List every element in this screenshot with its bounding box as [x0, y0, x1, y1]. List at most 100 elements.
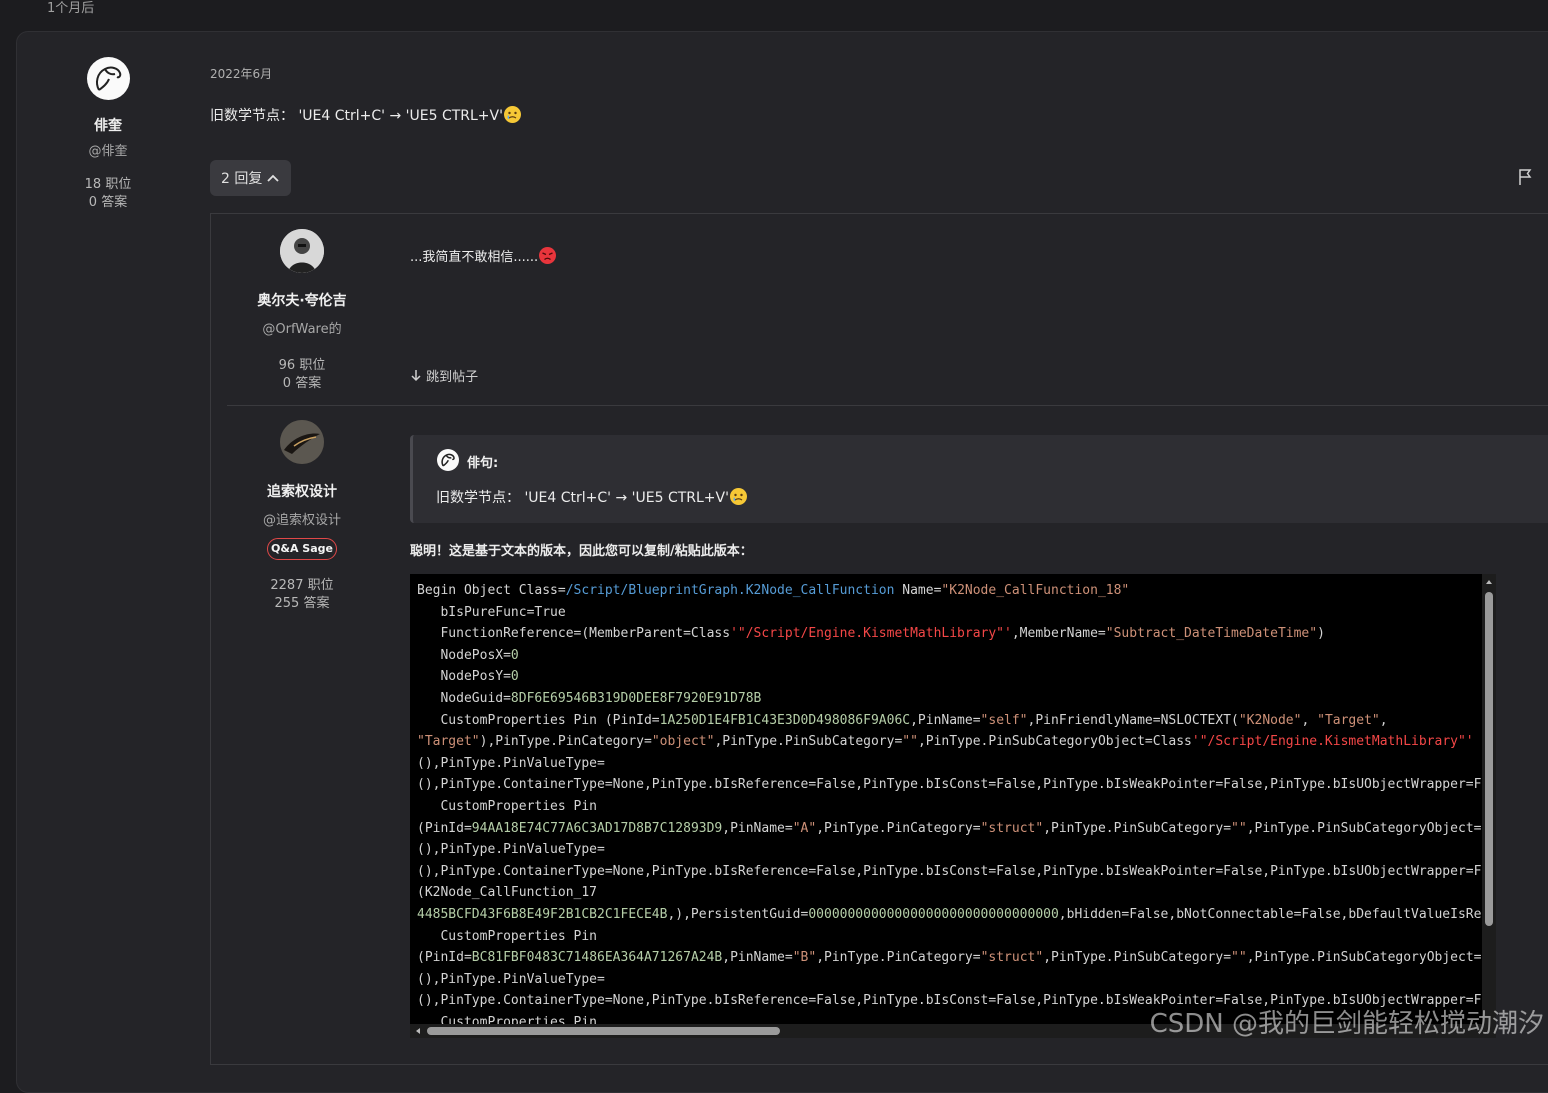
- reply-author-stats: 96 职位 0 答案: [242, 357, 362, 393]
- code-token: (),PinType.ContainerType=None,PinType.bI…: [417, 863, 1482, 879]
- code-line: CustomProperties Pin (PinId=1A250D1E4FB1…: [417, 710, 1482, 732]
- jump-to-post-label: 跳到帖子: [426, 370, 479, 385]
- vertical-scrollbar-thumb[interactable]: [1485, 592, 1493, 926]
- quoted-post: 俳句: 旧数学节点： 'UE4 Ctrl+C' → 'UE5 CTRL+V': [410, 435, 1548, 523]
- code-token: (),PinType.PinValueType=: [417, 755, 605, 771]
- code-token: ,PinType.PinSubCategoryObject=: [1246, 950, 1482, 966]
- code-token: '"/Script/Engine.KismetMathLibrary"': [1191, 734, 1474, 750]
- vertical-scrollbar[interactable]: [1482, 574, 1496, 1024]
- code-token: ,PinName=: [722, 950, 793, 966]
- code-token: ,PinFriendlyName=NSLOCTEXT(: [1027, 712, 1239, 728]
- code-token: Name=: [894, 583, 942, 598]
- code-token: 0: [510, 669, 519, 685]
- code-line: FunctionReference=(MemberParent=Class'"/…: [417, 623, 1482, 645]
- author-stats: 18 职位 0 答案: [58, 176, 158, 212]
- code-token: /Script/BlueprintGraph.K2Node_CallFuncti…: [565, 583, 895, 598]
- horizontal-scrollbar-thumb[interactable]: [427, 1027, 780, 1035]
- code-token: (PinId=: [417, 950, 472, 966]
- code-token: "struct": [980, 820, 1044, 836]
- reply-author-avatar[interactable]: [280, 229, 324, 273]
- reply-author-name[interactable]: 追索权设计: [242, 481, 362, 501]
- code-token: (),PinType.ContainerType=None,PinType.bI…: [417, 777, 1482, 793]
- flag-icon[interactable]: [1517, 168, 1533, 186]
- code-token: (PinId=: [417, 820, 472, 836]
- code-token: ,PinType.PinCategory=: [816, 820, 981, 836]
- code-token: "object": [651, 734, 715, 750]
- code-token: (K2Node_CallFunction_17: [417, 885, 598, 901]
- code-line: CustomProperties Pin: [417, 926, 1482, 948]
- code-token: "K2Node": [1238, 712, 1302, 728]
- code-token: ,PinName=: [910, 712, 981, 728]
- code-lines[interactable]: Begin Object Class=/Script/BlueprintGrap…: [417, 580, 1482, 1030]
- code-line: (),PinType.PinValueType=: [417, 839, 1482, 861]
- code-token: ),PinType.PinCategory=: [479, 734, 652, 750]
- reply-author-answers-count: 0 答案: [282, 376, 322, 391]
- code-line: NodeGuid=8DF6E69546B319D0DEE8F7920E91D78…: [417, 688, 1482, 710]
- author-posts-count: 18 职位: [84, 177, 132, 192]
- replies-toggle-button[interactable]: 2 回复: [210, 160, 291, 196]
- code-token: BC81FBF0483C71486EA364A71267A24B: [471, 950, 723, 966]
- code-line: "Target"),PinType.PinCategory="object",P…: [417, 731, 1482, 753]
- quote-text-body: 旧数学节点： 'UE4 Ctrl+C' → 'UE5 CTRL+V': [436, 490, 729, 506]
- code-token: NodeGuid=: [417, 690, 511, 706]
- face-with-tear-emoji: [503, 106, 521, 123]
- code-token: "Subtract_DateTimeDateTime": [1105, 626, 1318, 642]
- code-token: (),PinType.PinValueType=: [417, 971, 605, 987]
- post-body-text: 旧数学节点： 'UE4 Ctrl+C' → 'UE5 CTRL+V': [210, 108, 503, 124]
- code-token: NodePosX=: [417, 647, 511, 663]
- code-line: (),PinType.PinValueType=: [417, 753, 1482, 775]
- reply-intro-text: 聪明！这是基于文本的版本，因此您可以复制/粘贴此版本：: [410, 544, 753, 559]
- code-token: 4485BCFD43F6B8E49F2B1CB2C1FECE4B: [417, 906, 668, 922]
- code-line: (PinId=BC81FBF0483C71486EA364A71267A24B,…: [417, 947, 1482, 969]
- code-line: CustomProperties Pin: [417, 796, 1482, 818]
- reply-author-avatar[interactable]: [280, 420, 324, 464]
- code-token: ,: [1301, 712, 1318, 728]
- code-block[interactable]: Begin Object Class=/Script/BlueprintGrap…: [410, 574, 1496, 1038]
- scroll-up-arrow-icon[interactable]: [1482, 576, 1496, 588]
- code-line: bIsPureFunc=True: [417, 602, 1482, 624]
- author-avatar[interactable]: [87, 57, 130, 100]
- post-body: 旧数学节点： 'UE4 Ctrl+C' → 'UE5 CTRL+V': [210, 105, 521, 125]
- code-token: ,PinName=: [722, 820, 793, 836]
- code-token: 0: [510, 647, 519, 663]
- author-name[interactable]: 俳奎: [58, 115, 158, 135]
- code-token: "": [1231, 820, 1247, 836]
- arrow-down-icon: [410, 369, 422, 386]
- code-token: "struct": [980, 950, 1044, 966]
- code-token: 1A250D1E4FB1C43E3D0D498086F9A06C: [659, 712, 911, 728]
- code-token: 94AA18E74C77A6C3AD17D8B7C12893D9: [471, 820, 723, 836]
- code-token: 00000000000000000000000000000000: [808, 906, 1059, 922]
- reply-author-handle: @追索权设计: [262, 513, 341, 528]
- code-token: ,: [1379, 712, 1388, 728]
- reply-divider: [227, 405, 1548, 406]
- time-ago-label: 1个月后: [47, 1, 95, 16]
- code-token: Begin Object Class=: [417, 583, 566, 598]
- author-handle: @俳奎: [88, 144, 128, 159]
- reply-body-text: ...我简直不敢相信......: [410, 250, 539, 265]
- author-answers-count: 0 答案: [88, 195, 128, 210]
- code-token: FunctionReference=(MemberParent=Class: [417, 626, 731, 642]
- reply-author-handle: @OrfWare的: [262, 322, 342, 337]
- reply-author-posts-count: 96 职位: [278, 358, 326, 373]
- code-token: (),PinType.PinValueType=: [417, 842, 605, 858]
- code-token: '"/Script/Engine.KismetMathLibrary"': [730, 626, 1012, 642]
- scroll-left-arrow-icon[interactable]: [412, 1024, 424, 1038]
- csdn-watermark: CSDN @我的巨剑能轻松搅动潮汐: [1149, 1009, 1544, 1039]
- jump-to-post-link[interactable]: 跳到帖子: [410, 366, 478, 386]
- code-token: CustomProperties Pin: [417, 798, 598, 814]
- code-line: Begin Object Class=/Script/BlueprintGrap…: [417, 580, 1482, 602]
- qa-sage-badge: Q&A Sage: [267, 538, 337, 560]
- reply-author-answers-count: 255 答案: [274, 596, 330, 611]
- sculpture-photo-icon: [280, 420, 324, 464]
- code-token: bIsPureFunc=True: [417, 604, 566, 620]
- reply-author-name[interactable]: 奥尔夫·夸伦吉: [242, 290, 362, 310]
- code-token: "A": [792, 820, 817, 836]
- post-date: 2022年6月: [210, 67, 273, 81]
- code-token: ,bHidden=False,bNotConnectable=False,bDe…: [1058, 906, 1482, 922]
- code-token: ): [1317, 626, 1325, 642]
- reply-body: ...我简直不敢相信......: [410, 246, 557, 265]
- chevron-up-icon: [267, 160, 279, 196]
- code-token: 8DF6E69546B319D0DEE8F7920E91D78B: [510, 690, 762, 706]
- reply-author-posts-count: 2287 职位: [270, 578, 334, 593]
- code-line: (PinId=94AA18E74C77A6C3AD17D8B7C12893D9,…: [417, 818, 1482, 840]
